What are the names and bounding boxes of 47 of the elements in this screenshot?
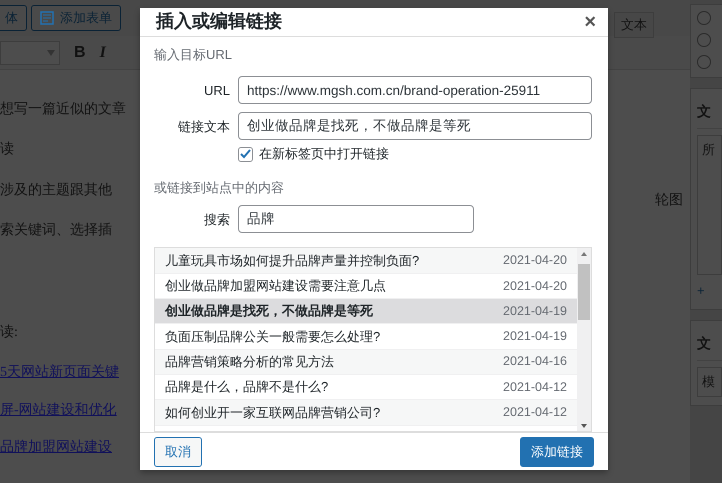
result-date: 2021-04-19 xyxy=(503,328,567,346)
result-item[interactable]: 如何创业开一家互联网品牌营销公司? 2021-04-12 xyxy=(155,400,577,426)
link-text-field[interactable]: 创业做品牌是找死，不做品牌是等死 xyxy=(238,112,592,140)
result-item[interactable]: 品牌营销策略分析的常见方法 2021-04-16 xyxy=(155,350,577,375)
search-field[interactable]: 品牌 xyxy=(238,205,474,234)
result-title: 创业做品牌是找死，不做品牌是等死 xyxy=(165,302,373,320)
result-item[interactable]: 创业做品牌是找死，不做品牌是等死 2021-04-19 xyxy=(155,299,577,324)
scrollbar[interactable] xyxy=(577,248,591,432)
panel-title: 文 xyxy=(697,95,722,129)
radio-button[interactable] xyxy=(697,33,711,47)
radio-button[interactable] xyxy=(697,11,711,25)
paragraph-text: 读 xyxy=(0,140,14,160)
field-label: 搜索 xyxy=(203,210,230,229)
result-date: 2021-04-20 xyxy=(503,278,567,295)
cancel-button[interactable]: 取消 xyxy=(154,436,202,467)
checkbox-label: 在新标签页中打开链接 xyxy=(259,145,389,164)
caret-icon xyxy=(47,50,55,56)
paragraph-text: 轮图 xyxy=(655,192,683,210)
paragraph-text: 索关键词、选择插 xyxy=(0,221,112,240)
result-item[interactable]: 儿童玩具市场如何提升品牌声量并控制负面? 2021-04-20 xyxy=(155,248,577,274)
panel-title: 文 xyxy=(697,326,722,360)
section-label: 或链接到站点中的内容 xyxy=(154,178,285,197)
result-date: 2021-04-12 xyxy=(503,378,567,396)
paragraph-text: 想写一篇近似的文章 xyxy=(0,100,126,119)
paragraph-text: 涉及的主题跟其他 xyxy=(0,181,112,200)
result-title: 品牌营销策略分析的常见方法 xyxy=(165,353,334,372)
checkbox[interactable] xyxy=(238,146,253,162)
form-icon xyxy=(40,11,54,25)
paragraph-text: 读: xyxy=(0,324,18,342)
format-dropdown[interactable] xyxy=(0,40,60,64)
field-label: URL xyxy=(202,82,230,100)
result-date: 2021-04-20 xyxy=(503,252,567,270)
result-date: 2021-04-16 xyxy=(503,353,567,370)
result-title: 如何创业开一家互联网品牌营销公司? xyxy=(165,404,380,422)
result-title: 负面压制品牌公关一般需要怎么处理? xyxy=(165,328,380,346)
section-label: 输入目标URL xyxy=(154,46,234,64)
add-link-button[interactable]: 添加链接 xyxy=(520,436,594,467)
radio-button[interactable] xyxy=(697,55,711,69)
dialog-title: 插入或编辑链接 xyxy=(156,10,282,34)
result-date: 2021-04-19 xyxy=(503,302,567,320)
url-field[interactable]: https://www.mgsh.com.cn/brand-operation-25911 xyxy=(238,76,592,104)
result-title: 品牌是什么，品牌不是什么? xyxy=(165,378,328,396)
close-button[interactable]: × xyxy=(582,12,598,32)
result-date: 2021-04-12 xyxy=(503,404,567,421)
field-label: 链接文本 xyxy=(177,118,230,136)
result-title: 创业做品牌加盟网站建设需要注意几点 xyxy=(165,277,386,296)
result-title: 儿童玩具市场如何提升品牌声量并控制负面? xyxy=(165,252,420,270)
